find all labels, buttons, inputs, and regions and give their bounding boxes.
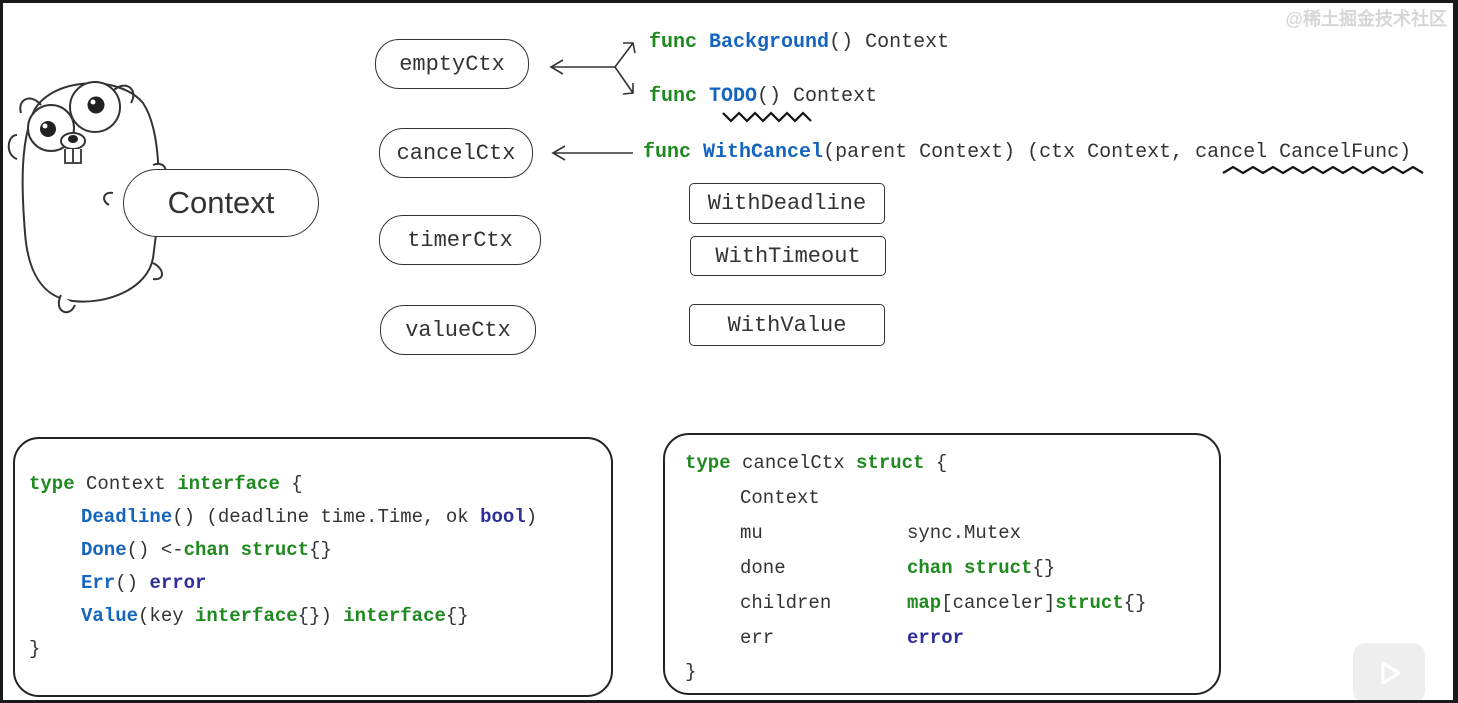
play-icon [1381, 661, 1401, 685]
code-line-deadline: Deadline() (deadline time.Time, ok bool) [81, 506, 538, 528]
code-line-type-context: type Context interface { [29, 473, 303, 495]
code-line-value: Value(key interface{}) interface{} [81, 605, 469, 627]
code-line-field-mu-type: sync.Mutex [907, 522, 1022, 544]
code-line-field-context: Context [740, 487, 820, 509]
play-button[interactable] [1353, 643, 1425, 700]
withcancel-signature: func WithCancel(parent Context) (ctx Con… [643, 141, 1412, 164]
code-line-field-done-type: chan struct{} [907, 557, 1056, 579]
slide-canvas: @稀土掘金技术社区 Context emptyCtx cancelCtx tim… [3, 3, 1453, 700]
code-line-field-done: done [740, 557, 786, 579]
background-signature: func Background() Context [649, 31, 950, 54]
cancelctx-struct-codebox: type cancelCtx struct { Context mu sync.… [663, 433, 1221, 695]
code-line-field-err: err [740, 627, 775, 649]
withtimeout-box: WithTimeout [690, 236, 886, 276]
code-line-field-children: children [740, 592, 832, 614]
code-line-close: } [29, 638, 41, 660]
withvalue-box: WithValue [689, 304, 885, 346]
context-interface-codebox: type Context interface { Deadline() (dea… [13, 437, 613, 697]
code-line-field-err-type: error [907, 627, 965, 649]
code-line-type-cancelctx: type cancelCtx struct { [685, 452, 948, 474]
code-line-field-children-type: map[canceler]struct{} [907, 592, 1147, 614]
todo-signature: func TODO() Context [649, 85, 878, 108]
code-line-done: Done() <-chan struct{} [81, 539, 332, 561]
code-line-close: } [685, 661, 697, 683]
withdeadline-box: WithDeadline [689, 183, 885, 224]
code-line-field-mu: mu [740, 522, 763, 544]
code-line-err: Err() error [81, 572, 207, 594]
